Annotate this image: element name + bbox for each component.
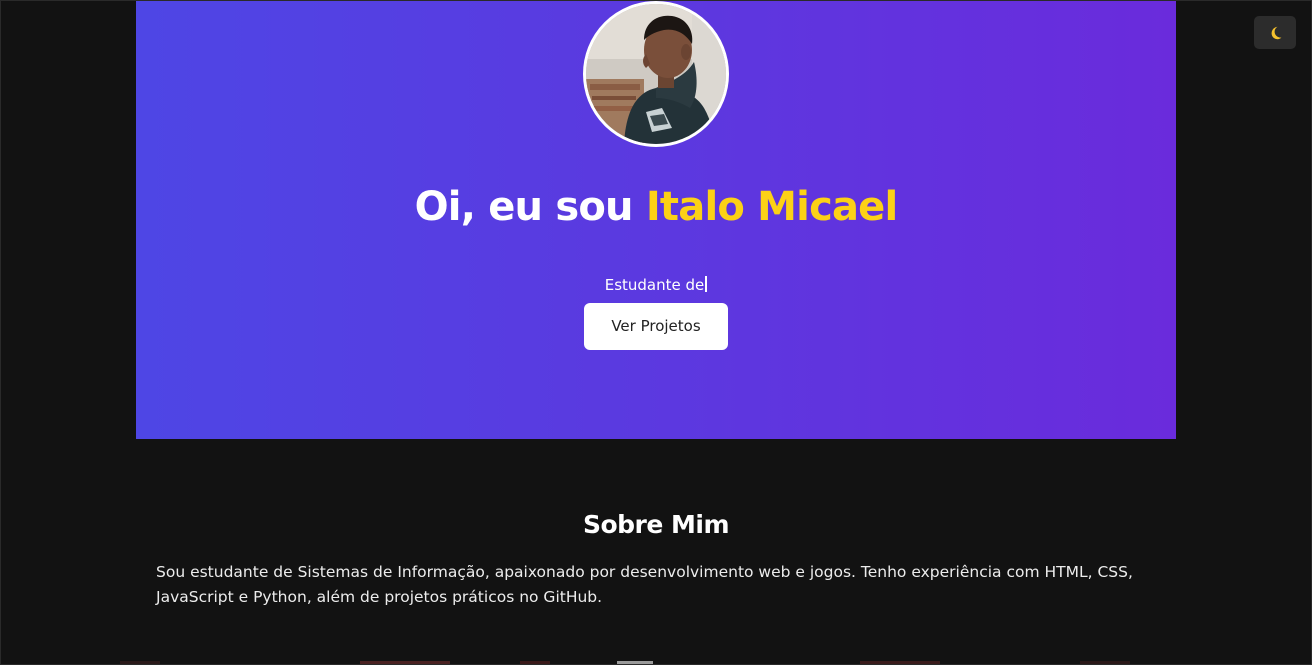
profile-photo: [586, 4, 726, 144]
profile-avatar: [583, 1, 729, 147]
view-projects-button[interactable]: Ver Projetos: [584, 303, 728, 350]
next-section-preview: [0, 661, 1312, 665]
hero-name: Italo Micael: [645, 184, 898, 230]
about-text: Sou estudante de Sistemas de Informação,…: [156, 563, 1133, 606]
hero-title: Oi, eu sou Italo Micael: [136, 184, 1176, 230]
typing-text: Estudante de: [604, 276, 705, 294]
typing-subtitle: Estudante de: [136, 276, 1176, 294]
hero-greeting: Oi, eu sou: [414, 184, 646, 230]
typing-cursor: [705, 276, 708, 292]
about-title: Sobre Mim: [582, 510, 730, 539]
hero-section: Oi, eu sou Italo Micael Estudante de Ver…: [136, 0, 1176, 439]
theme-toggle-button[interactable]: [1254, 16, 1296, 49]
moon-icon: [1271, 26, 1282, 40]
